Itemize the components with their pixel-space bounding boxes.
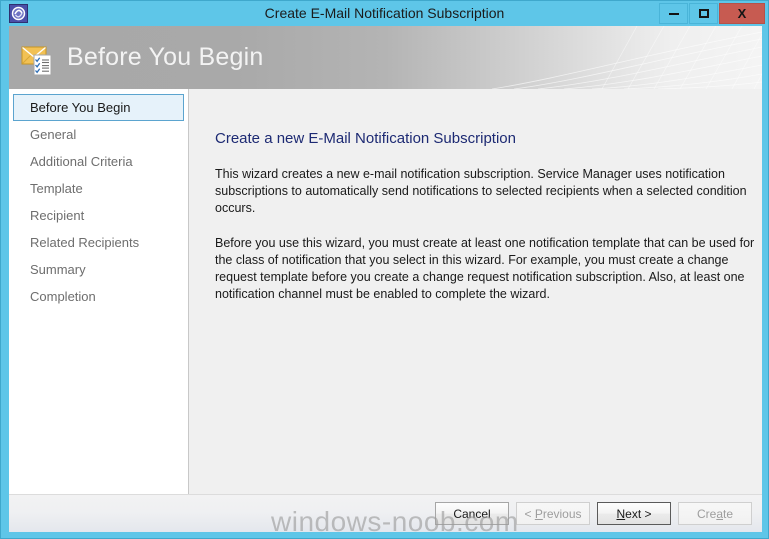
next-button[interactable]: Next >	[597, 502, 671, 525]
intro-paragraph: This wizard creates a new e-mail notific…	[215, 167, 747, 215]
prerequisites-paragraph: Before you use this wizard, you must cre…	[215, 236, 755, 301]
minimize-button[interactable]	[659, 3, 688, 24]
window-title: Create E-Mail Notification Subscription	[264, 5, 505, 21]
maximize-button[interactable]	[689, 3, 718, 24]
banner-title: Before You Begin	[67, 43, 264, 71]
sidebar-item-general[interactable]: General	[13, 121, 184, 148]
sidebar-item-additional-criteria[interactable]: Additional Criteria	[13, 148, 184, 175]
sidebar-item-completion[interactable]: Completion	[13, 283, 184, 310]
window-controls: X	[658, 3, 765, 24]
sidebar-item-related-recipients[interactable]: Related Recipients	[13, 229, 184, 256]
maximize-icon	[698, 9, 709, 18]
sidebar-item-recipient[interactable]: Recipient	[13, 202, 184, 229]
email-checklist-icon	[21, 46, 52, 76]
wizard-body: Before You Begin General Additional Crit…	[9, 89, 762, 514]
title-bar: Create E-Mail Notification Subscription …	[1, 1, 768, 26]
wizard-banner: Before You Begin	[9, 26, 762, 89]
wizard-step-list: Before You Begin General Additional Crit…	[9, 89, 189, 514]
wizard-content-pane: Create a new E-Mail Notification Subscri…	[190, 89, 762, 514]
sidebar-item-before-you-begin[interactable]: Before You Begin	[13, 94, 184, 121]
minimize-icon	[668, 12, 679, 15]
previous-button[interactable]: < Previous	[516, 502, 590, 525]
sidebar-item-summary[interactable]: Summary	[13, 256, 184, 283]
wizard-window: Create E-Mail Notification Subscription …	[0, 0, 769, 539]
create-button[interactable]: Cre a te	[678, 502, 752, 525]
close-button[interactable]: X	[719, 3, 765, 24]
banner-mesh-decoration	[491, 26, 762, 89]
page-title: Create a new E-Mail Notification Subscri…	[215, 130, 516, 147]
watermark-text: windows-noob.com	[271, 506, 519, 537]
sidebar-item-template[interactable]: Template	[13, 175, 184, 202]
client-area: Before You Begin Before You Begin Genera…	[9, 26, 762, 514]
